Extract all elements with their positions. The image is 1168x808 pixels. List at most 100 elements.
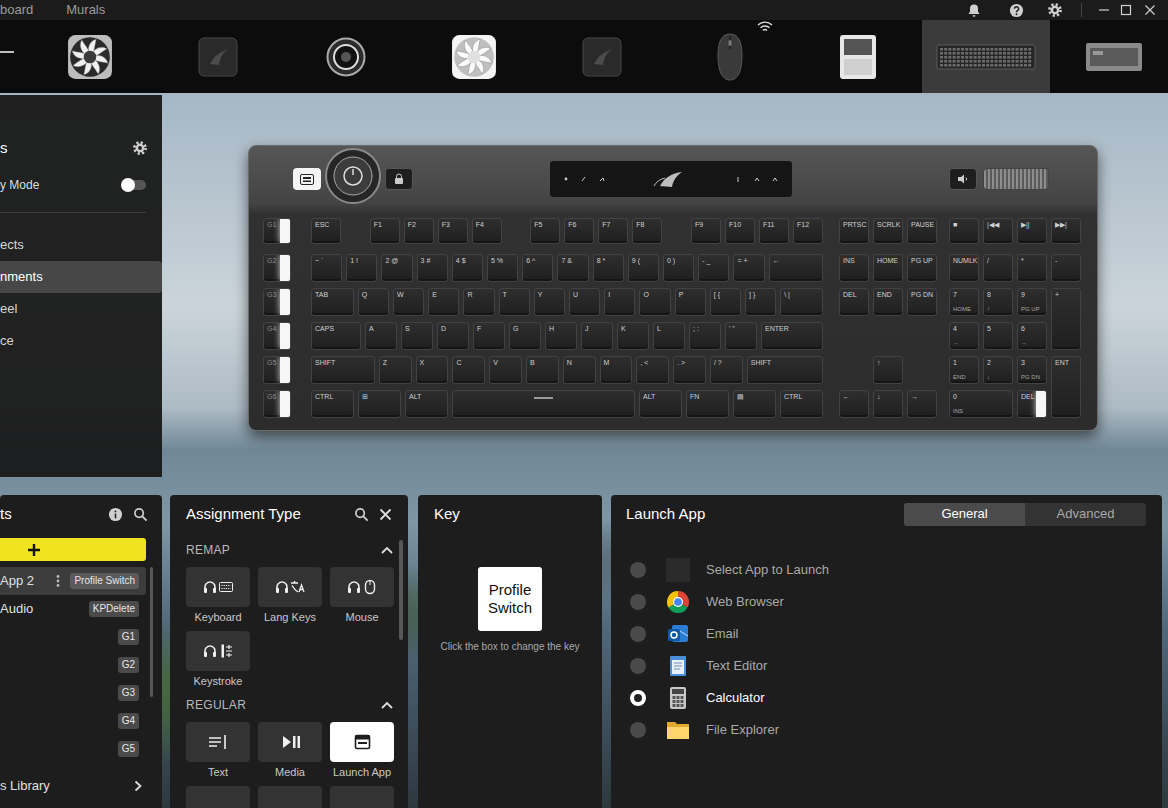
key[interactable]: P (675, 288, 706, 316)
radio-button[interactable] (630, 722, 646, 738)
close-button[interactable] (379, 508, 392, 521)
key[interactable]: ■ (949, 218, 979, 244)
settings-button[interactable] (1047, 2, 1063, 18)
notifications-button[interactable] (966, 2, 982, 18)
key[interactable]: O (639, 288, 670, 316)
assignment-item[interactable]: G3 (0, 679, 146, 707)
key[interactable]: F10 (725, 218, 755, 244)
section-header[interactable]: REMAP (170, 540, 399, 560)
key[interactable]: F3 (438, 218, 468, 244)
search-button[interactable] (354, 507, 369, 522)
key[interactable]: 1END (949, 356, 979, 384)
key[interactable]: PAUSE (907, 218, 937, 244)
assignment-type-tile[interactable]: Launch App (330, 722, 394, 779)
assignment-type-tile[interactable]: Text (186, 722, 250, 779)
app-option[interactable]: Calculator (611, 682, 1162, 714)
key[interactable] (452, 390, 635, 418)
device-tile[interactable] (1050, 20, 1168, 93)
key[interactable]: B (526, 356, 559, 384)
assignment-item[interactable]: G5 (0, 735, 146, 763)
key[interactable]: ' " (725, 322, 757, 350)
key[interactable]: * (1017, 254, 1047, 282)
key[interactable]: K (617, 322, 649, 350)
settings-gear-icon[interactable] (132, 140, 148, 156)
key[interactable]: ENT (1051, 356, 1081, 418)
device-tile[interactable] (154, 20, 282, 93)
key[interactable]: [ { (710, 288, 741, 316)
key[interactable]: ▶|| (1017, 218, 1047, 244)
key[interactable]: PRTSC (839, 218, 869, 244)
key[interactable]: PG UP (907, 254, 937, 282)
key[interactable]: 9 ( (628, 254, 659, 282)
key[interactable]: 8↑ (983, 288, 1013, 316)
assignment-type-tile[interactable] (186, 786, 250, 808)
radio-button[interactable] (630, 562, 646, 578)
section-header[interactable]: REGULAR (170, 695, 399, 715)
key[interactable]: 3PG DN (1017, 356, 1047, 384)
assignment-item[interactable]: G4 (0, 707, 146, 735)
device-tile[interactable] (282, 20, 410, 93)
sidebar-item[interactable]: ce (0, 325, 162, 357)
key[interactable]: 5 % (487, 254, 518, 282)
key[interactable]: Q (358, 288, 389, 316)
key[interactable]: 4← (949, 322, 979, 350)
key[interactable]: F11 (759, 218, 789, 244)
key[interactable]: - (1051, 254, 1081, 282)
key[interactable]: 5 (983, 322, 1013, 350)
key[interactable]: ↓ (873, 390, 903, 418)
help-button[interactable] (1008, 2, 1024, 18)
key[interactable]: C (452, 356, 485, 384)
more-options-button[interactable] (56, 574, 60, 588)
key[interactable]: CAPS (311, 322, 361, 350)
sidebar-item[interactable]: eel (0, 293, 162, 325)
key[interactable]: → (907, 390, 937, 418)
key[interactable]: 0INS (949, 390, 1013, 418)
key[interactable]: T (499, 288, 530, 316)
key[interactable]: ALT (639, 390, 682, 418)
key[interactable]: ↑ (873, 356, 903, 384)
assignment-type-tile[interactable]: Lang Keys (258, 567, 322, 624)
key[interactable]: W (393, 288, 424, 316)
key[interactable]: F (473, 322, 505, 350)
key[interactable]: G3 (263, 288, 291, 316)
device-tile[interactable] (0, 20, 18, 93)
key[interactable]: F12 (793, 218, 823, 244)
key[interactable]: R (463, 288, 494, 316)
key-select-box[interactable]: Profile Switch (478, 567, 542, 631)
key[interactable]: F5 (530, 218, 560, 244)
tab[interactable]: General (904, 503, 1025, 526)
key[interactable]: F4 (472, 218, 502, 244)
key[interactable]: N (563, 356, 596, 384)
key[interactable]: 0 ) (663, 254, 694, 282)
key[interactable]: L (653, 322, 685, 350)
key[interactable]: G4 (263, 322, 291, 350)
info-button[interactable] (108, 507, 123, 522)
radio-button[interactable] (630, 626, 646, 642)
key[interactable]: DEL (839, 288, 869, 316)
assignment-type-tile[interactable]: Keystroke (186, 631, 250, 688)
device-tile[interactable] (794, 20, 922, 93)
profile-button[interactable] (293, 168, 321, 190)
radio-button[interactable] (630, 658, 646, 674)
key[interactable]: ENTER (761, 322, 823, 350)
close-button[interactable] (1142, 2, 1158, 18)
key[interactable]: F2 (404, 218, 434, 244)
key[interactable]: 4 $ (452, 254, 483, 282)
key[interactable]: ; : (689, 322, 721, 350)
key[interactable]: I (604, 288, 635, 316)
key[interactable]: Z (379, 356, 412, 384)
key[interactable]: + (1051, 288, 1081, 350)
key[interactable]: END (873, 288, 903, 316)
key[interactable]: G (509, 322, 541, 350)
device-tile[interactable] (538, 20, 666, 93)
key[interactable]: Y (534, 288, 565, 316)
key[interactable]: PG DN (907, 288, 937, 316)
key[interactable]: 6 ^ (522, 254, 553, 282)
device-tile[interactable] (666, 20, 794, 93)
key[interactable]: F1 (370, 218, 400, 244)
key[interactable]: \ | (780, 288, 823, 316)
app-option[interactable]: Select App to Launch (611, 554, 1162, 586)
key[interactable]: CTRL (780, 390, 823, 418)
add-assignment-button[interactable] (0, 538, 146, 561)
key[interactable]: ▶▶| (1051, 218, 1081, 244)
